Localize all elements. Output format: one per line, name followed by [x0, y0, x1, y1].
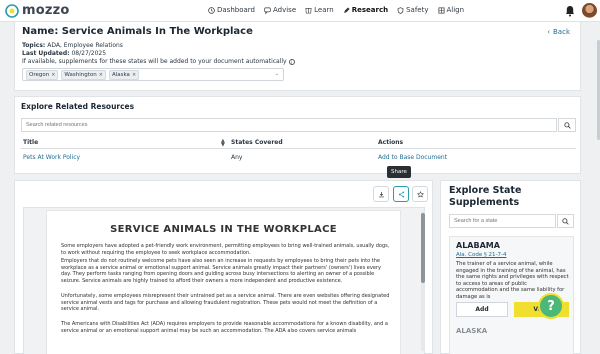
document-viewer[interactable]: SERVICE ANIMALS IN THE WORKPLACE Some em…: [23, 207, 425, 354]
shield-icon: [397, 6, 404, 14]
updated-label: Last Updated:: [22, 50, 70, 57]
document-scrollbar[interactable]: [421, 211, 425, 351]
sort-icon[interactable]: ▲ ▼: [221, 139, 225, 148]
logo[interactable]: mozzo: [5, 3, 70, 18]
table-header: Title ▲ ▼ States Covered Actions: [21, 136, 576, 149]
section-heading: Explore Related Resources: [21, 102, 135, 111]
remove-icon[interactable]: ×: [51, 72, 55, 78]
grid-icon: [438, 7, 444, 13]
nav-align[interactable]: Align: [438, 6, 465, 14]
state-chip: Oregon ×: [26, 69, 59, 80]
section-heading: Explore State Supplements: [449, 185, 522, 208]
chip-label: Washington: [64, 71, 97, 78]
nav-label: Research: [351, 6, 389, 14]
back-label: Back: [553, 28, 570, 36]
nav-label: Dashboard: [217, 6, 255, 14]
help-button[interactable]: ?: [538, 293, 564, 319]
state-chip: Alaska ×: [108, 69, 140, 80]
document-paragraph: Unfortunately, some employees misreprese…: [61, 293, 390, 313]
updated-line: Last Updated: 08/27/2025: [22, 50, 106, 57]
search-button[interactable]: [557, 214, 574, 228]
add-to-base-document-link[interactable]: Add to Base Document: [378, 154, 447, 161]
chat-icon: [264, 7, 271, 14]
supplement-note: If available, supplements for these stat…: [22, 58, 287, 65]
nav-dashboard[interactable]: Dashboard: [208, 6, 255, 14]
document-heading: SERVICE ANIMALS IN THE WORKPLACE: [110, 224, 337, 235]
document-page: SERVICE ANIMALS IN THE WORKPLACE Some em…: [46, 210, 401, 354]
book-icon: [305, 7, 312, 13]
nav-safety[interactable]: Safety: [397, 6, 429, 14]
table-row: Pets At Work Policy Any Add to Base Docu…: [21, 152, 576, 164]
search-icon: [563, 121, 571, 129]
nav-research[interactable]: Research: [343, 6, 388, 14]
resource-title-link[interactable]: Pets At Work Policy: [23, 154, 80, 161]
share-button[interactable]: [393, 186, 409, 202]
user-avatar[interactable]: [582, 3, 597, 18]
search-icon: [562, 217, 569, 225]
column-header-title[interactable]: Title: [23, 139, 38, 146]
statute-citation-link[interactable]: Ala. Code § 21-7-4: [456, 252, 506, 258]
back-link[interactable]: ‹ Back: [547, 28, 570, 36]
chevron-left-icon: ‹: [547, 28, 550, 36]
document-preview-panel: Share SERVICE ANIMALS IN THE WORKPLACE S…: [14, 166, 433, 354]
remove-icon[interactable]: ×: [99, 72, 103, 78]
chevron-down-icon[interactable]: ⌄: [275, 71, 279, 77]
logo-text: mozzo: [22, 3, 70, 18]
clock-icon: [208, 6, 215, 14]
topics-line: Topics: ADA, Employee Relations: [22, 42, 123, 49]
pen-icon: [343, 6, 350, 13]
state-search-input[interactable]: [449, 214, 556, 228]
share-tooltip: Share: [387, 166, 411, 178]
column-header-states: States Covered: [231, 139, 283, 146]
chip-label: Oregon: [29, 71, 50, 78]
column-header-actions: Actions: [378, 139, 404, 146]
state-chip: Washington ×: [61, 69, 106, 80]
supplement-note-line: If available, supplements for these stat…: [22, 58, 295, 65]
help-icon: ?: [547, 298, 555, 314]
topics-value: ADA, Employee Relations: [47, 42, 123, 49]
document-header: Name: Service Animals In The Workplace ‹…: [14, 22, 581, 91]
nav-label: Advise: [272, 6, 297, 14]
logo-mark-icon: [5, 3, 19, 18]
top-navigation: mozzo Dashboard Advise Learn Research Sa…: [0, 0, 600, 22]
related-resources-panel: Explore Related Resources Title ▲▼ State…: [14, 96, 581, 174]
nav-learn[interactable]: Learn: [305, 6, 334, 14]
add-supplement-button[interactable]: Add: [456, 302, 508, 317]
nav-label: Learn: [314, 6, 334, 14]
page-title: Name: Service Animals In The Workplace: [22, 26, 253, 37]
favorite-button[interactable]: [412, 186, 428, 202]
document-paragraph: Some employers have adopted a pet-friend…: [61, 243, 390, 256]
topics-label: Topics:: [22, 42, 46, 49]
state-supplements-panel: Explore State Supplements ALABAMA Ala. C…: [440, 180, 581, 354]
download-button[interactable]: [373, 186, 389, 202]
search-button[interactable]: [558, 118, 576, 132]
document-paragraph: Employers that do not routinely welcome …: [61, 258, 381, 284]
download-icon: [378, 191, 384, 197]
star-icon: [416, 190, 424, 198]
remove-icon[interactable]: ×: [132, 72, 136, 78]
chip-label: Alaska: [111, 71, 130, 78]
bell-icon[interactable]: [565, 5, 575, 17]
nav-label: Safety: [406, 6, 429, 14]
info-icon[interactable]: i: [288, 58, 295, 65]
states-covered-cell: Any: [231, 154, 243, 161]
nav-advise[interactable]: Advise: [264, 6, 296, 14]
state-name: ALABAMA: [456, 241, 500, 250]
document-paragraph: The Americans with Disabilities Act (ADA…: [61, 321, 388, 334]
scrollbar-thumb[interactable]: [421, 213, 425, 283]
share-icon: [398, 191, 404, 197]
nav-label: Align: [446, 6, 465, 14]
updated-value: 08/27/2025: [71, 50, 107, 57]
resource-search-input[interactable]: [21, 118, 557, 132]
next-state-name: ALASKA: [456, 327, 488, 335]
state-multiselect[interactable]: Oregon × Washington × Alaska × ⌄: [22, 68, 284, 81]
